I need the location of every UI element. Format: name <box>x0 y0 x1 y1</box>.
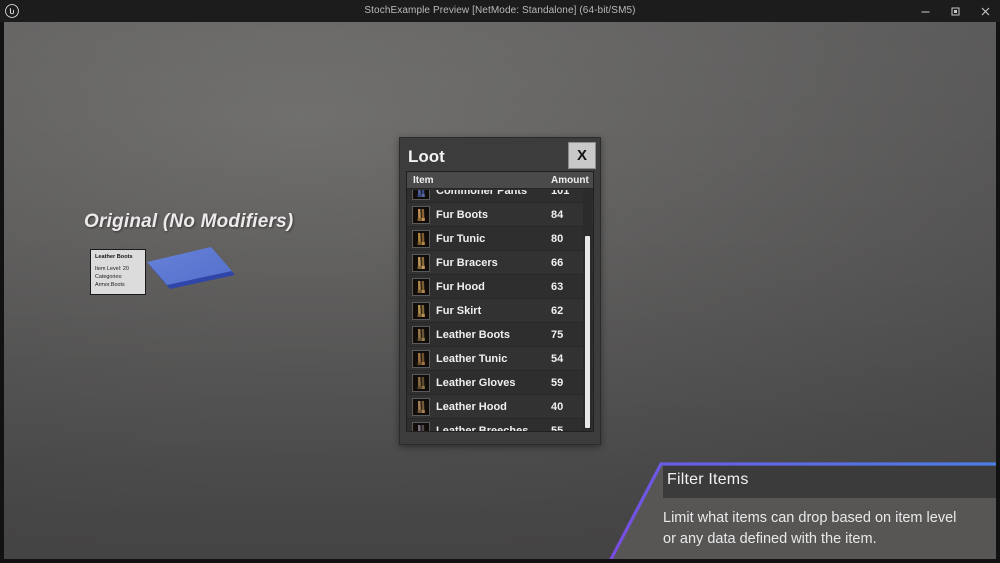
unreal-engine-logo-icon <box>0 0 24 22</box>
loot-row-amount: 54 <box>551 352 564 365</box>
loot-row[interactable]: Fur Bracers 66 <box>407 251 593 275</box>
fur-bracers-icon <box>412 253 430 272</box>
filter-panel-description: Limit what items can drop based on item … <box>663 508 996 551</box>
scene-label: Original (No Modifiers) <box>84 211 294 232</box>
loot-panel-title: Loot <box>408 146 445 166</box>
loot-scrollbar[interactable] <box>583 190 592 430</box>
tooltip-categories-label: Categories: <box>95 274 123 281</box>
loot-row[interactable]: Leather Tunic 54 <box>407 347 593 371</box>
fur-tunic-icon <box>412 229 430 248</box>
loot-panel: Loot X Item Amount Commoner Pants 101 Fur … <box>399 137 601 445</box>
loot-row-name: Leather Hood <box>436 400 507 413</box>
filter-description-line-1: Limit what items can drop based on item … <box>663 510 957 526</box>
loot-row-amount: 59 <box>551 376 564 389</box>
loot-row-name: Commoner Pants <box>436 190 528 197</box>
leather-boots-icon <box>412 325 430 344</box>
filter-items-panel: Filter Items Limit what items can drop b… <box>607 462 996 559</box>
loot-row-name: Fur Bracers <box>436 256 498 269</box>
loot-row[interactable]: Leather Gloves 59 <box>407 371 593 395</box>
loot-row-name: Leather Boots <box>436 328 510 341</box>
column-header-amount: Amount <box>551 175 589 186</box>
tooltip-item-level: Item Level: 20 <box>95 266 129 273</box>
loot-row[interactable]: Leather Breeches 55 <box>407 419 593 431</box>
loot-row[interactable]: Commoner Pants 101 <box>407 190 593 203</box>
loot-row-amount: 84 <box>551 208 564 221</box>
window-controls <box>910 0 1000 22</box>
loot-row-amount: 40 <box>551 400 564 413</box>
commoner-pants-icon <box>412 190 430 200</box>
leather-gloves-icon <box>412 373 430 392</box>
close-loot-button[interactable]: X <box>568 142 596 169</box>
loot-row-amount: 62 <box>551 304 564 317</box>
loot-row-name: Fur Hood <box>436 280 485 293</box>
item-tooltip: Leather Boots Item Level: 20 Categories:… <box>90 249 146 295</box>
loot-row-amount: 80 <box>551 232 564 245</box>
loot-item-list[interactable]: Commoner Pants 101 Fur Boots 84 Fur Tunic 80 F… <box>407 190 593 431</box>
loot-row-name: Leather Breeches <box>436 424 529 432</box>
leather-tunic-icon <box>412 349 430 368</box>
loot-row[interactable]: Fur Hood 63 <box>407 275 593 299</box>
fur-boots-icon <box>412 205 430 224</box>
title-bar: StochExample Preview [NetMode: Standalon… <box>0 0 1000 22</box>
filter-description-line-2: or any data defined with the item. <box>663 531 877 548</box>
leather-hood-icon <box>412 397 430 416</box>
loot-row-name: Fur Skirt <box>436 304 482 317</box>
loot-row[interactable]: Leather Boots 75 <box>407 323 593 347</box>
loot-row-amount: 101 <box>551 190 570 197</box>
close-icon[interactable] <box>970 0 1000 22</box>
loot-column-headers: Item Amount <box>407 172 593 189</box>
fur-hood-icon <box>412 277 430 296</box>
loot-list-container: Item Amount Commoner Pants 101 Fur Boots 84… <box>406 171 594 432</box>
loot-row-name: Leather Tunic <box>436 352 508 365</box>
loot-row-name: Fur Tunic <box>436 232 486 245</box>
loot-row-name: Fur Boots <box>436 208 488 221</box>
loot-row[interactable]: Fur Skirt 62 <box>407 299 593 323</box>
loot-row-amount: 63 <box>551 280 564 293</box>
maximize-icon[interactable] <box>940 0 970 22</box>
loot-row-amount: 66 <box>551 256 564 269</box>
loot-row[interactable]: Fur Boots 84 <box>407 203 593 227</box>
loot-row[interactable]: Fur Tunic 80 <box>407 227 593 251</box>
filter-panel-title: Filter Items <box>667 471 749 488</box>
loot-row-amount: 75 <box>551 328 564 341</box>
loot-scrollbar-thumb[interactable] <box>585 236 590 428</box>
minimize-icon[interactable] <box>910 0 940 22</box>
window-title: StochExample Preview [NetMode: Standalon… <box>364 5 636 16</box>
loot-panel-header: Loot X <box>400 138 600 174</box>
application-window: StochExample Preview [NetMode: Standalon… <box>0 0 1000 563</box>
column-header-item: Item <box>413 175 434 186</box>
loot-row-name: Leather Gloves <box>436 376 516 389</box>
loot-row-amount: 55 <box>551 424 564 432</box>
tooltip-categories-value: Armor.Boots <box>95 282 125 289</box>
game-viewport[interactable]: Original (No Modifiers) Loot X Item Amou… <box>4 22 996 559</box>
fur-skirt-icon <box>412 301 430 320</box>
tooltip-title: Leather Boots <box>95 254 133 260</box>
leather-breeches-icon <box>412 421 430 431</box>
loot-row[interactable]: Leather Hood 40 <box>407 395 593 419</box>
blue-plane-mesh <box>147 246 237 298</box>
